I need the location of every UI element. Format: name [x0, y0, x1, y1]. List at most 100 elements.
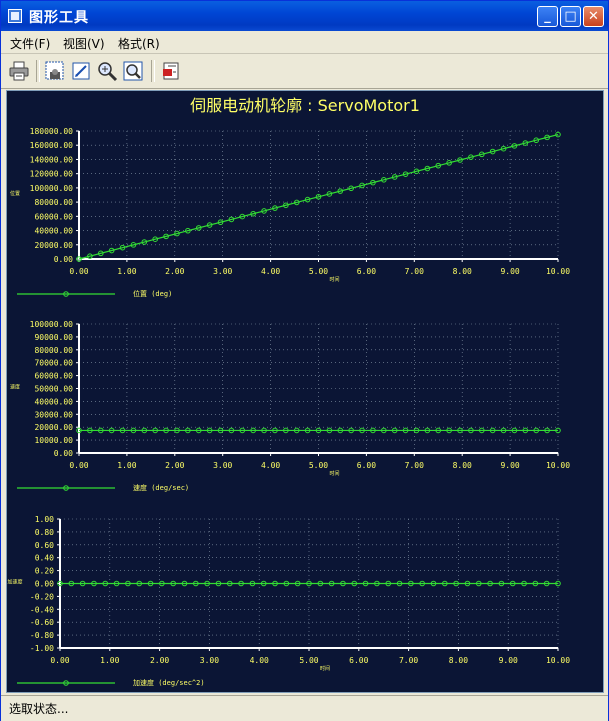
x-tick-label: 7.00: [399, 656, 418, 665]
x-tick-label: 1.00: [100, 656, 119, 665]
status-text: 选取状态...: [9, 702, 69, 716]
grid-view-icon: [45, 61, 64, 80]
y-tick-label: 50000.00: [34, 385, 73, 394]
y-tick-label: 160000.00: [30, 141, 74, 150]
x-tick-label: 0.00: [69, 267, 88, 276]
x-tick-label: 1.00: [117, 461, 136, 470]
title-bar[interactable]: 图形工具 _ □ ✕: [1, 1, 608, 31]
grid-view-button[interactable]: [44, 60, 66, 82]
legend-label: 位置 (deg): [133, 289, 172, 298]
x-tick-label: 2.00: [165, 461, 184, 470]
legend-label: 速度 (deg/sec): [133, 483, 189, 492]
y-tick-label: 140000.00: [30, 155, 74, 164]
y-tick-label: 60000.00: [34, 372, 73, 381]
y-tick-label: 70000.00: [34, 359, 73, 368]
y-tick-label: 80000.00: [34, 346, 73, 355]
maximize-button[interactable]: □: [560, 6, 581, 27]
x-tick-label: 2.00: [165, 267, 184, 276]
x-tick-label: 9.00: [499, 656, 518, 665]
zoom-in-icon: [98, 62, 118, 82]
app-icon: [8, 9, 22, 23]
zoom-fit-button[interactable]: [122, 60, 144, 82]
chart-title: 伺服电动机轮廓 : ServoMotor1: [190, 96, 420, 115]
graph-tool-window: 图形工具 _ □ ✕ 文件(F) 视图(V) 格式(R) 伺服电动机轮廓: S…: [0, 0, 609, 721]
y-tick-label: -0.80: [30, 631, 54, 640]
y-tick-label: 0.40: [35, 554, 54, 563]
x-tick-label: 3.00: [213, 461, 232, 470]
x-tick-label: 4.00: [250, 656, 269, 665]
series-line: [78, 133, 559, 260]
zoom-in-button[interactable]: [96, 60, 118, 82]
x-axis-label: 时间: [329, 276, 339, 283]
y-tick-label: 30000.00: [34, 410, 73, 419]
y-tick-label: -1.00: [30, 644, 54, 653]
y-tick-label: 100000.00: [30, 320, 74, 329]
x-tick-label: 5.00: [299, 656, 318, 665]
edit-button[interactable]: [70, 60, 92, 82]
y-tick-label: -0.20: [30, 592, 54, 601]
x-tick-label: 4.00: [261, 267, 280, 276]
x-tick-label: 10.00: [546, 656, 570, 665]
x-tick-label: 3.00: [213, 267, 232, 276]
x-tick-label: 8.00: [449, 656, 468, 665]
y-axis-label: 速度: [10, 384, 20, 391]
export-button[interactable]: [160, 60, 182, 82]
x-tick-label: 9.00: [500, 461, 519, 470]
edit-icon: [72, 62, 90, 80]
menu-bar: 文件(F) 视图(V) 格式(R): [1, 31, 608, 54]
minimize-button[interactable]: _: [537, 6, 558, 27]
x-axis-label: 时间: [320, 665, 330, 672]
window-title: 图形工具: [29, 10, 89, 26]
y-tick-label: 0.00: [54, 255, 73, 264]
y-tick-label: 40000.00: [34, 397, 73, 406]
y-tick-label: 100000.00: [30, 184, 74, 193]
export-icon: [163, 62, 179, 80]
x-tick-label: 8.00: [453, 461, 472, 470]
y-tick-label: 20000.00: [34, 423, 73, 432]
print-button[interactable]: [8, 60, 30, 82]
y-tick-label: 10000.00: [34, 436, 73, 445]
x-axis-label: 时间: [329, 470, 339, 477]
y-tick-label: 120000.00: [30, 170, 74, 179]
x-tick-label: 7.00: [405, 461, 424, 470]
x-tick-label: 6.00: [349, 656, 368, 665]
x-tick-label: 10.00: [546, 267, 570, 276]
y-tick-label: 40000.00: [34, 227, 73, 236]
y-tick-label: 0.00: [35, 580, 54, 589]
charts-canvas: 伺服电动机轮廓 : ServoMotor1 0.00 1.00 2.00 3.00 4.0…: [7, 96, 570, 687]
x-tick-label: 10.00: [546, 461, 570, 470]
x-tick-label: 0.00: [69, 461, 88, 470]
y-tick-label: 20000.00: [34, 241, 73, 250]
y-tick-label: 60000.00: [34, 212, 73, 221]
y-tick-label: -0.60: [30, 618, 54, 627]
menu-file[interactable]: 文件(F): [10, 35, 50, 52]
print-icon: [9, 61, 29, 81]
x-tick-label: 4.00: [261, 461, 280, 470]
menu-format[interactable]: 格式(R): [118, 35, 160, 52]
y-axis-label: 加速度: [7, 579, 22, 586]
x-tick-label: 9.00: [500, 267, 519, 276]
y-tick-label: 0.60: [35, 541, 54, 550]
y-tick-label: 0.00: [54, 449, 73, 458]
y-tick-label: 180000.00: [30, 127, 74, 136]
x-tick-label: 6.00: [357, 461, 376, 470]
y-tick-label: 1.00: [35, 515, 54, 524]
y-tick-label: 90000.00: [34, 333, 73, 342]
y-tick-label: 80000.00: [34, 198, 73, 207]
x-tick-label: 8.00: [453, 267, 472, 276]
zoom-fit-icon: [123, 61, 143, 81]
y-axis-label: 位置: [10, 190, 20, 197]
status-bar: 选取状态...: [1, 695, 608, 721]
x-tick-label: 5.00: [309, 267, 328, 276]
toolbar: [1, 54, 608, 89]
x-tick-label: 3.00: [200, 656, 219, 665]
menu-view[interactable]: 视图(V): [63, 35, 105, 52]
legend-label: 加速度 (deg/sec^2): [133, 678, 205, 687]
toolbar-separator: [36, 60, 40, 82]
close-button[interactable]: ✕: [583, 6, 604, 27]
plot-area[interactable]: 伺服电动机轮廓 : ServoMotor1 0.00 1.00 2.00 3.00 4.0…: [6, 90, 604, 693]
maximize-icon: □: [564, 9, 577, 24]
x-tick-label: 0.00: [50, 656, 69, 665]
y-tick-label: 0.20: [35, 567, 54, 576]
x-tick-label: 1.00: [117, 267, 136, 276]
